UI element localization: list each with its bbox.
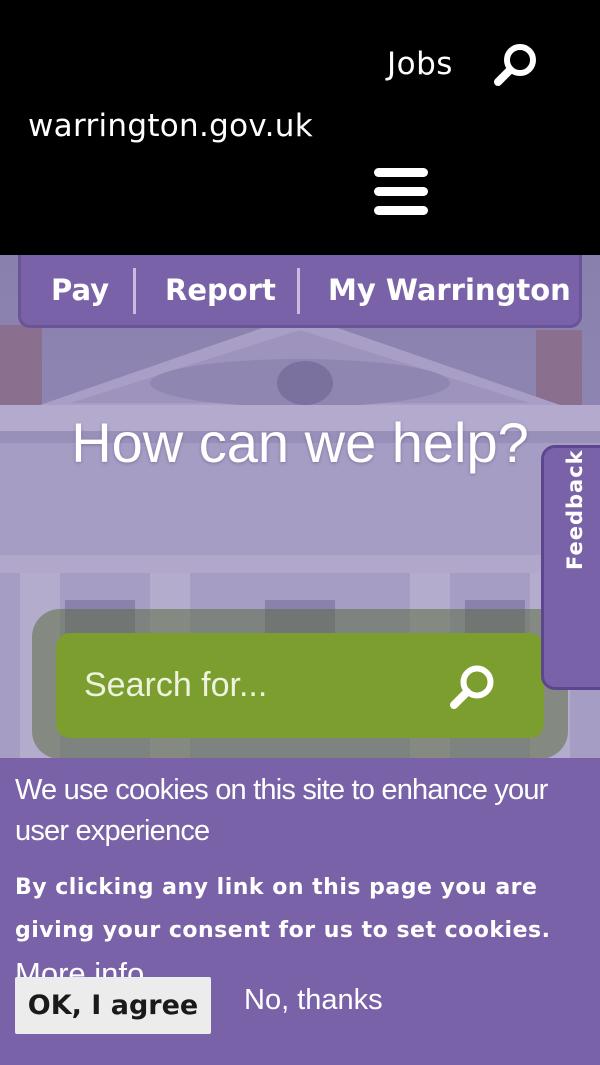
cookie-banner-title: We use cookies on this site to enhance y… <box>15 774 548 847</box>
quick-link-my-warrington[interactable]: My Warrington <box>328 273 571 307</box>
agree-button[interactable]: OK, I agree <box>15 977 211 1034</box>
hamburger-bar <box>374 206 428 215</box>
site-header: Jobs warrington.gov.uk <box>0 0 600 255</box>
quick-link-pay[interactable]: Pay <box>51 273 109 307</box>
cookie-banner: We use cookies on this site to enhance y… <box>0 758 600 1065</box>
quick-links-divider <box>297 268 300 314</box>
hamburger-bar <box>374 187 428 196</box>
site-brand-link[interactable]: warrington.gov.uk <box>28 108 313 144</box>
header-search-button[interactable] <box>490 40 542 92</box>
decline-button[interactable]: No, thanks <box>244 984 383 1017</box>
search-submit-button[interactable] <box>446 661 500 715</box>
jobs-link[interactable]: Jobs <box>387 46 453 82</box>
menu-button[interactable] <box>374 165 430 217</box>
quick-links-bar: Pay Report My Warrington <box>18 255 582 328</box>
search-icon <box>450 665 494 709</box>
search-icon <box>494 44 536 86</box>
feedback-label: Feedback <box>563 449 587 570</box>
quick-links-divider <box>133 268 136 314</box>
feedback-tab[interactable]: Feedback <box>541 445 600 690</box>
search-form <box>56 633 544 738</box>
search-input[interactable] <box>84 659 414 711</box>
hamburger-menu-icon <box>374 168 428 177</box>
cookie-consent-message: By clicking any link on this page you ar… <box>15 875 551 943</box>
quick-link-report[interactable]: Report <box>165 273 276 307</box>
hero-heading: How can we help? <box>71 411 529 474</box>
